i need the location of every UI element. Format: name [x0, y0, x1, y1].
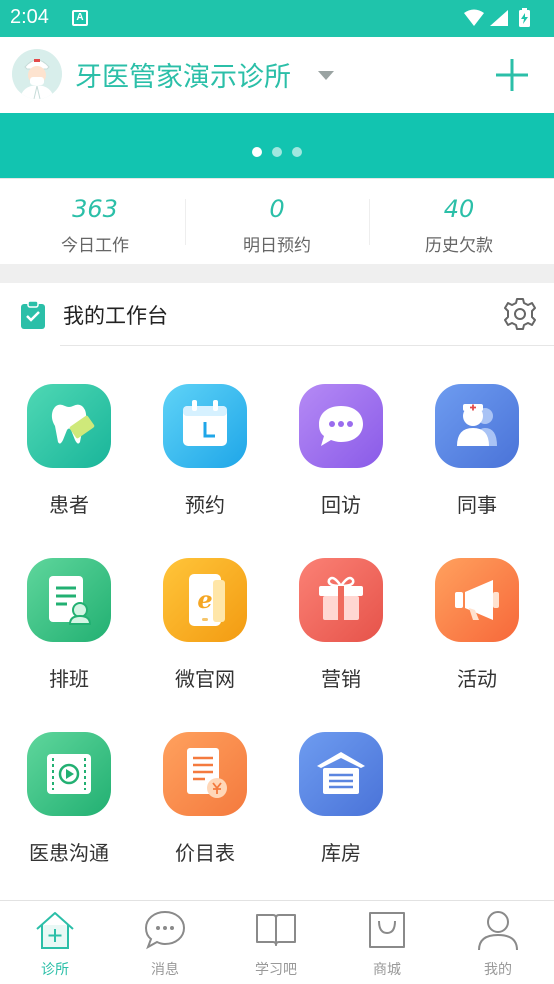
- web-icon: e: [189, 574, 225, 626]
- warehouse-icon: [317, 752, 365, 794]
- workbench-header: 我的工作台: [0, 283, 554, 346]
- nav-shop[interactable]: 商城: [332, 901, 442, 984]
- nav-label: 诊所: [41, 962, 69, 978]
- nav-clinic[interactable]: 诊所: [0, 901, 110, 984]
- carousel-dot: [272, 147, 282, 157]
- tile-label: 营销: [321, 667, 361, 691]
- clipboard-check-icon: [21, 301, 45, 329]
- stat-value: 40: [443, 195, 475, 223]
- profile-icon: [478, 911, 518, 951]
- carousel-dot: [292, 147, 302, 157]
- tile-label: 排班: [49, 667, 89, 691]
- tile-label: 活动: [457, 667, 497, 691]
- tile-label: 预约: [185, 493, 225, 517]
- tile-follow-up[interactable]: 回访: [272, 346, 408, 520]
- stat-label: 明日预约: [243, 236, 311, 256]
- tile-colleagues[interactable]: 同事: [408, 346, 544, 520]
- shop-bag-icon: [369, 912, 405, 948]
- nav-label: 学习吧: [255, 962, 297, 978]
- tile-patients[interactable]: 患者: [0, 346, 136, 520]
- stat-tomorrow-appointments[interactable]: 0 明日预约: [185, 179, 369, 265]
- stat-history-debt[interactable]: 40 历史欠款: [367, 179, 551, 265]
- stat-value: 0: [269, 195, 285, 223]
- nav-label: 消息: [151, 962, 179, 978]
- tile-label: 患者: [49, 493, 89, 517]
- tile-label: 回访: [321, 493, 361, 517]
- tile-label: 同事: [457, 493, 497, 517]
- tile-warehouse[interactable]: 库房: [272, 694, 408, 868]
- banner-carousel[interactable]: [0, 113, 554, 178]
- tile-icon-bg: [435, 384, 519, 468]
- tile-schedule[interactable]: 排班: [0, 520, 136, 694]
- tile-icon-bg: [27, 384, 111, 468]
- tile-icon-bg: [163, 732, 247, 816]
- tile-icon-bg: [435, 558, 519, 642]
- stat-label: 历史欠款: [425, 236, 493, 256]
- tile-marketing[interactable]: 营销: [272, 520, 408, 694]
- book-icon: [256, 914, 296, 946]
- gift-icon: [319, 576, 363, 620]
- carousel-dot: [252, 147, 262, 157]
- tile-icon-bg: [299, 384, 383, 468]
- tile-appointments[interactable]: 预约: [136, 346, 272, 520]
- tile-icon-bg: e: [163, 558, 247, 642]
- system-status-icons: [464, 8, 530, 27]
- gear-icon[interactable]: [503, 297, 537, 331]
- doctor-icon: [457, 404, 497, 446]
- tile-label: 价目表: [175, 841, 235, 865]
- battery-icon: [519, 8, 530, 27]
- signal-icon: [490, 10, 508, 26]
- message-icon: [144, 910, 186, 950]
- notification-icon: A: [72, 10, 88, 26]
- tile-label: 微官网: [175, 667, 235, 691]
- bottom-navigation: 诊所 消息 学习吧 商城 我的: [0, 900, 554, 984]
- price-list-icon: [187, 748, 227, 798]
- svg-text:e: e: [197, 585, 212, 614]
- chat-icon: [319, 406, 363, 446]
- section-separator: [0, 264, 554, 283]
- tile-icon-bg: [27, 732, 111, 816]
- doctor-avatar-icon: [12, 49, 62, 99]
- nav-label: 我的: [484, 962, 512, 978]
- stats-panel: 363 今日工作 0 明日预约 40 历史欠款: [0, 178, 554, 264]
- status-bar: 2:04 A: [0, 0, 554, 37]
- tile-icon-bg: [299, 558, 383, 642]
- schedule-icon: [49, 576, 92, 625]
- tile-activities[interactable]: 活动: [408, 520, 544, 694]
- app-header: 牙医管家演示诊所: [0, 37, 554, 113]
- stat-today-work[interactable]: 363 今日工作: [3, 179, 187, 265]
- video-icon: [47, 754, 91, 794]
- workbench-title: 我的工作台: [63, 304, 168, 328]
- nav-learning[interactable]: 学习吧: [221, 901, 331, 984]
- stat-value: 363: [72, 195, 118, 223]
- calendar-icon: [183, 400, 227, 446]
- tile-doctor-patient-communication[interactable]: 医患沟通: [0, 694, 136, 868]
- tooth-icon: [51, 404, 95, 444]
- avatar[interactable]: [12, 49, 62, 99]
- chevron-down-icon[interactable]: [318, 71, 334, 80]
- status-time: 2:04: [10, 6, 49, 28]
- add-icon[interactable]: [494, 57, 530, 93]
- tile-label: 库房: [321, 841, 361, 865]
- nav-profile[interactable]: 我的: [443, 901, 553, 984]
- tile-icon-bg: [27, 558, 111, 642]
- clinic-title[interactable]: 牙医管家演示诊所: [75, 55, 291, 94]
- tile-price-list[interactable]: 价目表: [136, 694, 272, 868]
- nav-label: 商城: [373, 962, 401, 978]
- wifi-icon: [464, 9, 484, 26]
- tile-micro-website[interactable]: e 微官网: [136, 520, 272, 694]
- tile-icon-bg: [163, 384, 247, 468]
- megaphone-icon: [455, 580, 499, 620]
- nav-messages[interactable]: 消息: [110, 901, 220, 984]
- workbench-grid: 患者 预约 回访 同事 排班 e 微官网 营销 活动 医患沟通 价目表 库房: [0, 346, 554, 900]
- tile-icon-bg: [299, 732, 383, 816]
- clinic-icon: [36, 912, 74, 949]
- tile-label: 医患沟通: [29, 841, 109, 865]
- stat-label: 今日工作: [61, 236, 129, 256]
- carousel-indicator: [0, 142, 554, 161]
